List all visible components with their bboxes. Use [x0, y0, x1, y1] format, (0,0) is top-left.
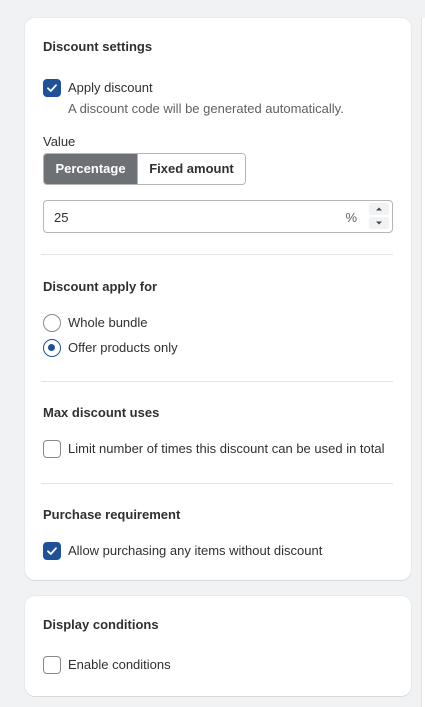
fixed-amount-button[interactable]: Fixed amount [137, 154, 245, 184]
limit-uses-checkbox[interactable] [43, 440, 61, 458]
max-discount-uses-title: Max discount uses [43, 405, 160, 420]
allow-purchasing-label[interactable]: Allow purchasing any items without disco… [68, 543, 322, 558]
discount-settings-card: Discount settings Apply discount A disco… [25, 18, 411, 580]
apply-discount-help: A discount code will be generated automa… [68, 101, 344, 116]
percentage-button[interactable]: Percentage [44, 154, 137, 184]
value-label: Value [43, 134, 76, 149]
discount-value-input[interactable] [54, 207, 304, 227]
adjacent-panel-edge [421, 18, 425, 707]
percent-suffix: % [345, 210, 357, 225]
apply-discount-label[interactable]: Apply discount [68, 80, 153, 95]
discount-settings-title: Discount settings [43, 39, 153, 54]
offer-products-only-label[interactable]: Offer products only [68, 340, 178, 355]
enable-conditions-label[interactable]: Enable conditions [68, 657, 171, 672]
whole-bundle-label[interactable]: Whole bundle [68, 315, 148, 330]
caret-up-icon [376, 207, 382, 211]
check-icon [47, 84, 57, 92]
discount-value-field[interactable]: % [43, 200, 393, 233]
display-conditions-title: Display conditions [43, 617, 159, 632]
check-icon [47, 547, 57, 555]
increment-button[interactable] [369, 203, 389, 215]
limit-uses-label[interactable]: Limit number of times this discount can … [68, 441, 385, 456]
decrement-button[interactable] [369, 217, 389, 229]
enable-conditions-checkbox[interactable] [43, 656, 61, 674]
divider [41, 483, 393, 484]
value-stepper[interactable] [369, 203, 389, 230]
divider [41, 381, 393, 382]
value-type-segmented-control: Percentage Fixed amount [43, 153, 246, 185]
display-conditions-card: Display conditions Enable conditions [25, 596, 411, 696]
apply-discount-checkbox[interactable] [43, 79, 61, 97]
discount-apply-for-title: Discount apply for [43, 279, 158, 294]
caret-down-icon [376, 221, 382, 225]
purchase-requirement-title: Purchase requirement [43, 507, 181, 522]
whole-bundle-radio[interactable] [43, 314, 61, 332]
offer-products-only-radio[interactable] [43, 339, 61, 357]
allow-purchasing-checkbox[interactable] [43, 542, 61, 560]
divider [41, 254, 393, 255]
